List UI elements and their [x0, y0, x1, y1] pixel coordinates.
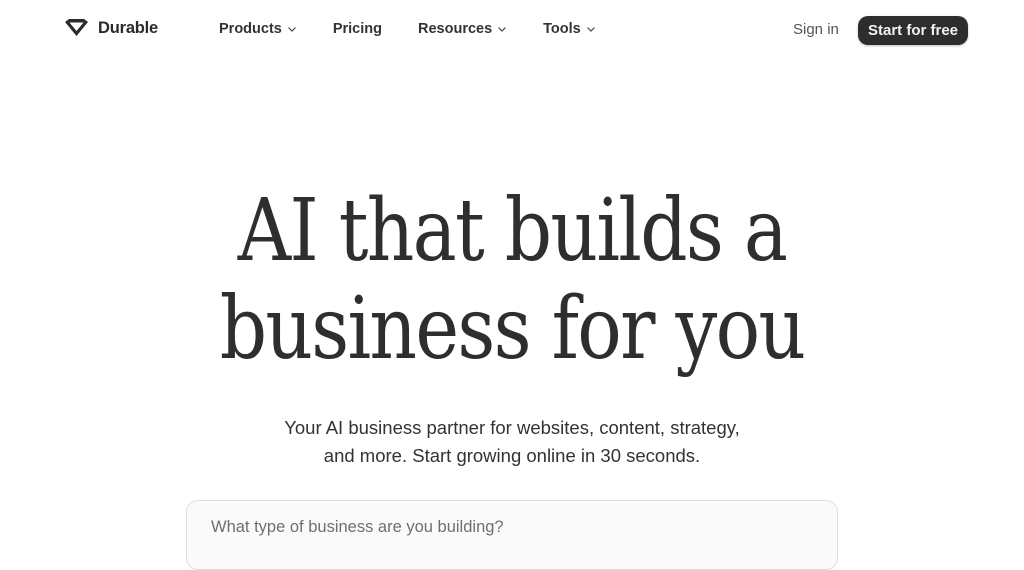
brand-logo-link[interactable]: Durable [63, 17, 158, 39]
nav-item-pricing[interactable]: Pricing [333, 21, 382, 37]
chevron-down-icon [498, 27, 507, 32]
business-type-input[interactable] [211, 518, 811, 537]
diamond-logo-icon [63, 17, 90, 39]
nav-item-products[interactable]: Products [219, 21, 297, 37]
hero-subtitle-line: Your AI business partner for websites, c… [284, 417, 740, 438]
nav-item-label: Pricing [332, 21, 382, 37]
nav-item-label: Products [219, 21, 282, 37]
chevron-down-icon [287, 27, 296, 32]
top-navigation: Durable Products Pricing Resources Tools… [0, 0, 1024, 60]
start-for-free-button[interactable]: Start for free [858, 16, 968, 45]
nav-item-resources[interactable]: Resources [418, 21, 507, 37]
nav-item-label: Resources [418, 21, 493, 37]
nav-item-label: Tools [543, 21, 581, 37]
hero-subtitle-line: and more. Start growing online in 30 sec… [323, 445, 701, 466]
sign-in-link[interactable]: Sign in [793, 21, 839, 38]
main-menu: Products Pricing Resources Tools [219, 21, 596, 37]
hero-title: AI that builds a business for you [72, 182, 953, 378]
hero-title-line: business for you [219, 279, 806, 379]
hero-title-line: AI that builds a [237, 181, 788, 281]
chevron-down-icon [586, 27, 595, 32]
business-prompt-box [186, 500, 838, 570]
hero-subtitle: Your AI business partner for websites, c… [0, 414, 1024, 470]
nav-item-tools[interactable]: Tools [543, 21, 596, 37]
brand-name: Durable [98, 18, 159, 37]
